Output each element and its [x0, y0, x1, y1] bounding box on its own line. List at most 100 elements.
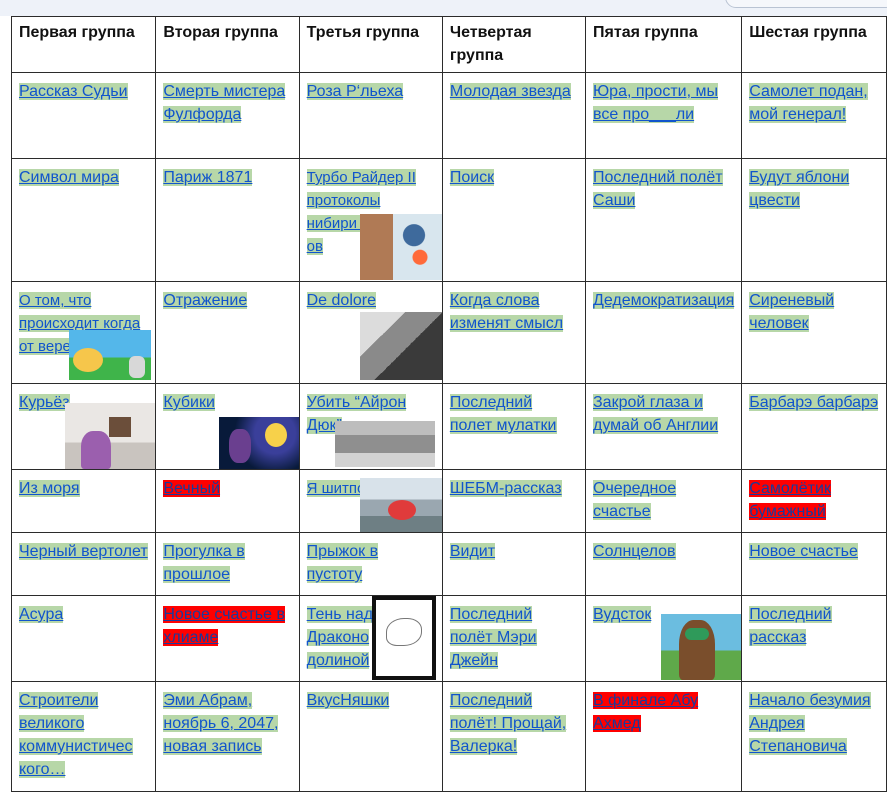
story-link[interactable]: Юра, прости, мы все про___ли — [593, 83, 718, 123]
table-cell: Закрой глаза и думай об Англии — [585, 383, 743, 470]
story-thumbnail-image — [359, 214, 442, 280]
story-link[interactable]: Вудсток — [593, 606, 652, 623]
story-link[interactable]: Видит — [449, 543, 496, 560]
story-thumbnail-image — [334, 421, 435, 467]
story-link[interactable]: Кубики — [163, 394, 215, 411]
story-link[interactable]: Дедемократизация — [593, 292, 735, 309]
story-link[interactable]: Отражение — [163, 292, 248, 309]
story-link[interactable]: Курьёз — [19, 394, 70, 411]
story-link[interactable]: Барбарэ барбарэ — [749, 394, 879, 411]
table-cell: Самолётик бумажный — [741, 469, 887, 533]
top-search-pill[interactable] — [725, 0, 887, 8]
story-link[interactable]: Последний полёт Мэри Джейн — [449, 606, 537, 669]
table-cell: Эми Абрам, ноябрь 6, 2047, новая запись — [155, 681, 300, 792]
header-group-4: Четвертая группа — [441, 16, 587, 73]
table-row: Рассказ Судьи Смерть мистера Фулфорда Ро… — [10, 72, 887, 159]
story-link[interactable]: Смерть мистера Фулфорда — [163, 83, 286, 123]
story-link[interactable]: Когда слова изменят смысл — [449, 292, 564, 332]
table-cell: Будут яблони цвести — [741, 158, 887, 282]
table-cell: Когда слова изменят смысл — [441, 281, 587, 384]
story-link[interactable]: Вечный — [163, 480, 221, 497]
table-cell: Символ мира — [10, 158, 157, 282]
table-cell: Прыжок в пустоту — [298, 532, 443, 596]
table-cell: Солнцелов — [585, 532, 743, 596]
header-group-5: Пятая группа — [585, 16, 743, 73]
story-thumbnail-image — [218, 417, 299, 469]
story-link[interactable]: Очередное счастье — [593, 480, 677, 520]
story-link[interactable]: Из моря — [19, 480, 80, 497]
story-link[interactable]: Солнцелов — [593, 543, 676, 560]
story-thumbnail-image — [65, 403, 155, 469]
story-link[interactable]: Поиск — [449, 169, 495, 186]
table-row: О том, что происходит когда от вереск От… — [10, 281, 887, 384]
story-link[interactable]: Закрой глаза и думай об Англии — [593, 394, 719, 434]
story-link[interactable]: Париж 1871 — [163, 169, 253, 186]
header-row: Первая группа Вторая группа Третья групп… — [10, 16, 887, 73]
table-cell: Дедемократизация — [585, 281, 743, 384]
story-link[interactable]: Рассказ Судьи — [19, 83, 128, 100]
table-cell: Юра, прости, мы все про___ли — [585, 72, 743, 159]
table-cell: Смерть мистера Фулфорда — [155, 72, 300, 159]
story-thumbnail-image — [69, 330, 151, 380]
table-cell: De dolore — [298, 281, 443, 384]
story-link[interactable]: Строители великого коммунистичес кого… — [19, 692, 133, 778]
table-cell: Турбо Райдер II протоколы нибири гаввахо… — [298, 158, 443, 282]
table-cell: Очередное счастье — [585, 469, 743, 533]
table-cell: Черный вертолет — [10, 532, 157, 596]
table-cell: Убить “Айрон Дюк” — [298, 383, 443, 470]
table-cell: Вечный — [155, 469, 300, 533]
table-cell: Последний полёт Мэри Джейн — [441, 595, 587, 682]
table-cell: Новое счастье в хлиаме — [155, 595, 300, 682]
header-group-2: Вторая группа — [155, 16, 300, 73]
table-cell: Тень над Драконо долиной — [298, 595, 443, 682]
story-thumbnail-image — [371, 596, 436, 680]
story-link[interactable]: ШЕБМ-рассказ — [449, 480, 562, 497]
table-cell: Видит — [441, 532, 587, 596]
story-link[interactable]: De dolore — [306, 292, 376, 309]
table-row: Черный вертолет Прогулка в прошлое Прыжо… — [10, 532, 887, 596]
story-link[interactable]: Самолётик бумажный — [749, 480, 831, 520]
story-link[interactable]: ВкусНяшки — [306, 692, 390, 709]
story-link[interactable]: Молодая звезда — [449, 83, 571, 100]
story-thumbnail-image — [661, 614, 741, 680]
story-link[interactable]: Прыжок в пустоту — [306, 543, 379, 583]
table-cell: Прогулка в прошлое — [155, 532, 300, 596]
story-link[interactable]: Асура — [19, 606, 64, 623]
header-group-3: Третья группа — [298, 16, 443, 73]
table-cell: Молодая звезда — [441, 72, 587, 159]
story-link[interactable]: Последний полёт Саши — [593, 169, 723, 209]
table-cell: Париж 1871 — [155, 158, 300, 282]
story-link[interactable]: Новое счастье в хлиаме — [163, 606, 285, 646]
story-link[interactable]: Будут яблони цвести — [749, 169, 850, 209]
story-link[interactable]: Тень над Драконо долиной — [306, 606, 374, 669]
story-link[interactable]: В финале Абу Ахмед — [593, 692, 699, 732]
table-row: Курьёз Кубики Убить “Айрон Дюк” Последни… — [10, 383, 887, 470]
table-cell: Курьёз — [10, 383, 157, 470]
story-link[interactable]: Начало безумия Андрея Степановича — [749, 692, 871, 755]
table-cell: Рассказ Судьи — [10, 72, 157, 159]
story-link[interactable]: Последний полёт! Прощай, Валерка! — [449, 692, 567, 755]
story-link[interactable]: Роза Р‘льеха — [306, 83, 404, 100]
table-row: Асура Новое счастье в хлиаме Тень над Др… — [10, 595, 887, 682]
table-cell: Самолет подан, мой генерал! — [741, 72, 887, 159]
table-cell: Последний полёт Саши — [585, 158, 743, 282]
story-link[interactable]: Новое счастье — [749, 543, 858, 560]
story-link[interactable]: Последний рассказ — [749, 606, 832, 646]
story-link[interactable]: Черный вертолет — [19, 543, 148, 560]
table-cell: Я шитпо сосаче — [298, 469, 443, 533]
table-cell: Строители великого коммунистичес кого… — [10, 681, 157, 792]
story-link[interactable]: Символ мира — [19, 169, 119, 186]
table-cell: Кубики — [155, 383, 300, 470]
table-cell: ВкусНяшки — [298, 681, 443, 792]
table-row: Из моря Вечный Я шитпо сосаче ШЕБМ-расск… — [10, 469, 887, 533]
story-link[interactable]: Эми Абрам, ноябрь 6, 2047, новая запись — [163, 692, 279, 755]
groups-table: Первая группа Вторая группа Третья групп… — [10, 16, 887, 792]
story-link[interactable]: Прогулка в прошлое — [163, 543, 245, 583]
table-cell: ШЕБМ-рассказ — [441, 469, 587, 533]
table-row: Строители великого коммунистичес кого… Э… — [10, 681, 887, 792]
table-cell: Роза Р‘льеха — [298, 72, 443, 159]
table-cell: В финале Абу Ахмед — [585, 681, 743, 792]
story-link[interactable]: Сиреневый человек — [749, 292, 835, 332]
story-link[interactable]: Последний полет мулатки — [449, 394, 557, 434]
story-link[interactable]: Самолет подан, мой генерал! — [749, 83, 868, 123]
